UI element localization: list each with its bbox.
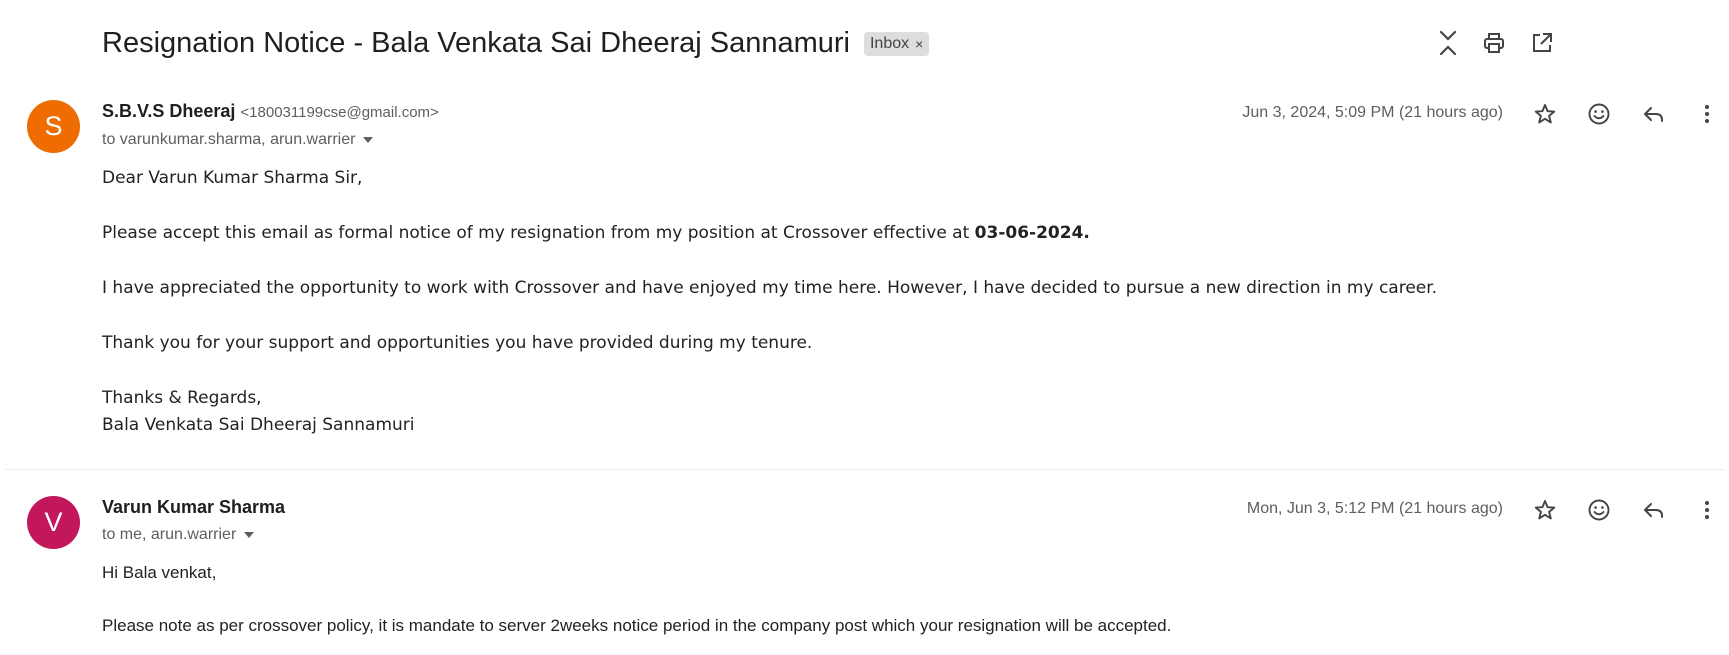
greeting: Hi Bala venkat, bbox=[102, 563, 217, 582]
thread-subject: Resignation Notice - Bala Venkata Sai Dh… bbox=[102, 26, 850, 59]
more-options-icon[interactable] bbox=[1692, 99, 1722, 129]
message-divider bbox=[5, 469, 1725, 470]
sender-name[interactable]: S.B.V.S Dheeraj bbox=[102, 101, 235, 122]
thread-header: Resignation Notice - Bala Venkata Sai Dh… bbox=[102, 22, 930, 64]
sender-name[interactable]: Varun Kumar Sharma bbox=[102, 497, 285, 518]
effective-date: 03-06-2024. bbox=[974, 223, 1090, 243]
label-text: Inbox bbox=[869, 35, 910, 52]
closing: Thanks & Regards, bbox=[102, 388, 262, 408]
body-text: Please accept this email as formal notic… bbox=[102, 223, 975, 243]
more-options-icon[interactable] bbox=[1692, 495, 1722, 525]
body-paragraph: Thank you for your support and opportuni… bbox=[102, 333, 813, 353]
remove-label-button[interactable]: × bbox=[915, 36, 923, 52]
message-date: Jun 3, 2024, 5:09 PM (21 hours ago) bbox=[1242, 104, 1503, 121]
signature: Bala Venkata Sai Dheeraj Sannamuri bbox=[102, 415, 415, 435]
avatar[interactable]: S bbox=[27, 100, 80, 153]
print-icon[interactable] bbox=[1479, 28, 1509, 58]
recipients-text: to varunkumar.sharma, arun.warrier bbox=[102, 131, 356, 148]
greeting: Dear Varun Kumar Sharma Sir, bbox=[102, 168, 363, 188]
reply-icon[interactable] bbox=[1639, 99, 1669, 129]
open-new-window-icon[interactable] bbox=[1527, 28, 1557, 58]
collapse-all-icon[interactable] bbox=[1433, 28, 1463, 58]
message-date: Mon, Jun 3, 5:12 PM (21 hours ago) bbox=[1246, 500, 1503, 517]
body-paragraph: I have appreciated the opportunity to wo… bbox=[102, 278, 1438, 298]
sender-line: Varun Kumar Sharma bbox=[102, 497, 285, 518]
show-details-caret-icon[interactable] bbox=[244, 532, 255, 538]
avatar[interactable]: V bbox=[27, 496, 80, 549]
recipients-text: to me, arun.warrier bbox=[102, 526, 237, 543]
sender-email: <180031199cse@gmail.com> bbox=[240, 104, 439, 121]
recipients-line: to varunkumar.sharma, arun.warrier bbox=[102, 131, 374, 149]
body-paragraph: Please note as per crossover policy, it … bbox=[102, 616, 1172, 635]
emoji-reaction-icon[interactable] bbox=[1584, 99, 1614, 129]
reply-icon[interactable] bbox=[1639, 495, 1669, 525]
recipients-line: to me, arun.warrier bbox=[102, 526, 255, 544]
sender-line: S.B.V.S Dheeraj <180031199cse@gmail.com> bbox=[102, 101, 439, 122]
star-icon[interactable] bbox=[1530, 495, 1560, 525]
emoji-reaction-icon[interactable] bbox=[1584, 495, 1614, 525]
inbox-label-chip[interactable]: Inbox × bbox=[863, 32, 930, 56]
show-details-caret-icon[interactable] bbox=[363, 137, 374, 143]
star-icon[interactable] bbox=[1530, 99, 1560, 129]
body-paragraph: Please accept this email as formal notic… bbox=[102, 223, 1090, 243]
